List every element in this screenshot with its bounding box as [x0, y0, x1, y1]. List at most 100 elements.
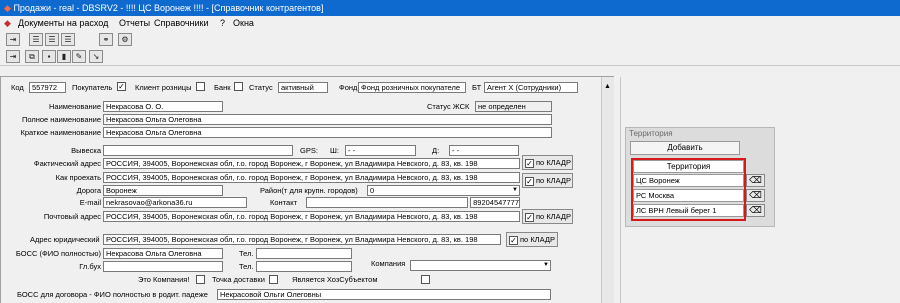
bt-field[interactable]: Агент Х (Сотрудники)	[484, 82, 578, 93]
statuszhkh-label: Статус ЖСК	[427, 102, 470, 111]
boss-field[interactable]: Некрасова Ольга Олеговна	[103, 248, 223, 259]
tel2-field[interactable]	[256, 261, 352, 272]
rayon-value: 0	[370, 186, 375, 195]
shortname-field[interactable]: Некрасова Ольга Олеговна	[103, 127, 552, 138]
kak-label: Как проехать	[55, 173, 101, 182]
toolbar: ⇥ ☰ ☰ ☰ ⚭ ⚙ ⇥ ⧉ ▪ ▮ ✎ ↘	[0, 30, 900, 66]
kladr-label: по КЛАДР	[520, 235, 555, 244]
eraser-icon[interactable]: ⌫	[746, 189, 765, 202]
kompaniya-select[interactable]: ▼	[410, 260, 551, 271]
kladr-checkbox-pocht[interactable]: ✓	[525, 212, 534, 222]
fullname-field[interactable]: Некрасова Ольга Олеговна	[103, 114, 552, 125]
edit-icon[interactable]: ✎	[72, 50, 86, 63]
kod-field[interactable]: 557972	[29, 82, 66, 93]
email-label: E-mail	[79, 198, 101, 207]
fond-field[interactable]: Фонд розничных покупателе	[358, 82, 466, 93]
chart-icon[interactable]: ▮	[57, 50, 71, 63]
list-icon[interactable]: ☰	[45, 33, 59, 46]
menu-item-documents[interactable]: Документы на расход	[18, 16, 108, 30]
glbuh-field[interactable]	[103, 261, 223, 272]
boss-label: БОСС (ФИО полностью)	[15, 249, 101, 258]
list-icon[interactable]: ☰	[61, 33, 75, 46]
fond-label: Фонд	[339, 83, 358, 92]
glbuh-label: Гл.бух	[79, 262, 101, 271]
tel-field[interactable]	[256, 248, 352, 259]
territory-row[interactable]: РС Москва	[633, 189, 744, 202]
kompaniya-label: Компания	[371, 259, 406, 268]
statuszhkh-field[interactable]: не определен	[475, 101, 552, 112]
vyveska-field[interactable]	[103, 145, 293, 156]
link-icon[interactable]: ↘	[89, 50, 103, 63]
fakt-field[interactable]: РОССИЯ, 394005, Воронежская обл, г.о. го…	[103, 158, 520, 169]
pocht-label: Почтовый адрес	[43, 212, 101, 221]
form-scrollbar[interactable]: ▲	[601, 77, 614, 303]
kontakt-field[interactable]	[306, 197, 468, 208]
rayon-select[interactable]: 0 ▼	[367, 185, 520, 196]
chevron-down-icon: ▼	[512, 187, 518, 193]
d-field[interactable]: - -	[449, 145, 519, 156]
bossdog-field[interactable]: Некрасовой Ольги Олеговны	[217, 289, 551, 300]
pokupatel-checkbox[interactable]: ✓	[117, 82, 126, 91]
yur-field[interactable]: РОССИЯ, 394005, Воронежская обл, г.о. го…	[103, 234, 501, 245]
tochka-checkbox[interactable]	[269, 275, 278, 284]
eraser-icon[interactable]: ⌫	[746, 174, 765, 187]
tel-label: Тел.	[239, 249, 254, 258]
doroga-field[interactable]: Воронеж	[103, 185, 223, 196]
naim-field[interactable]: Некрасова О. О.	[103, 101, 223, 112]
klient-checkbox[interactable]	[196, 82, 205, 91]
settings-icon[interactable]: ⚙	[118, 33, 132, 46]
doroga-label: Дорога	[76, 186, 101, 195]
chevron-down-icon: ▼	[543, 262, 549, 268]
hoz-label: Является ХозСубъектом	[292, 275, 378, 284]
menu-item-reports[interactable]: Отчеты	[119, 16, 150, 30]
save-icon[interactable]: ▪	[42, 50, 56, 63]
scroll-up-icon[interactable]: ▲	[604, 83, 611, 90]
kladr-checkbox-fakt[interactable]: ✓	[525, 158, 534, 168]
yur-label: Адрес юридический	[30, 235, 100, 244]
menu-item-directories[interactable]: Справочники	[154, 16, 209, 30]
kladr-label: по КЛАДР	[536, 176, 571, 185]
shortname-label: Краткое наименование	[20, 128, 102, 137]
sh-label: Ш:	[330, 146, 339, 155]
kladr-button-fakt[interactable]: ✓ по КЛАДР	[522, 155, 573, 170]
kladr-checkbox-yur[interactable]: ✓	[509, 235, 518, 245]
kontakt-label: Контакт	[270, 198, 298, 207]
kladr-checkbox-kak[interactable]: ✓	[525, 176, 534, 186]
kladr-button-pocht[interactable]: ✓ по КЛАДР	[522, 209, 573, 224]
add-territory-button[interactable]: Добавить	[630, 141, 740, 155]
exit-icon[interactable]: ⇥	[6, 33, 20, 46]
email-field[interactable]: nekrasovao@arkona36.ru	[103, 197, 247, 208]
d-label: Д:	[432, 146, 440, 155]
bossdog-label: БОСС для договора - ФИО полностью в роди…	[17, 290, 208, 299]
gps-label: GPS:	[300, 146, 318, 155]
kladr-button-yur[interactable]: ✓ по КЛАДР	[506, 232, 558, 247]
menu-item-help[interactable]: ?	[220, 16, 225, 30]
vyveska-label: Вывеска	[71, 146, 101, 155]
exit-icon[interactable]: ⇥	[6, 50, 20, 63]
bank-checkbox[interactable]	[234, 82, 243, 91]
sh-field[interactable]: - -	[345, 145, 416, 156]
territory-row[interactable]: ЛС ВРН Левый берег 1	[633, 204, 744, 217]
pocht-field[interactable]: РОССИЯ, 394005, Воронежская обл, г.о. го…	[103, 211, 520, 222]
tel2-label: Тел.	[239, 262, 254, 271]
pokupatel-label: Покупатель	[72, 83, 113, 92]
status-field[interactable]: активный	[278, 82, 328, 93]
menu-item-windows[interactable]: Окна	[233, 16, 254, 30]
hoz-checkbox[interactable]	[421, 275, 430, 284]
window-titlebar: ◆ Продажи - real - DBSRV2 - !!!! ЦС Воро…	[0, 0, 900, 16]
kak-field[interactable]: РОССИЯ, 394005, Воронежская обл, г.о. го…	[103, 172, 520, 183]
tochka-label: Точка доставки	[212, 275, 265, 284]
eto-label: Это Компания!	[138, 275, 190, 284]
window-title: Продажи - real - DBSRV2 - !!!! ЦС Вороне…	[13, 3, 324, 13]
eto-checkbox[interactable]	[196, 275, 205, 284]
kod-label: Код	[11, 83, 24, 92]
eraser-icon[interactable]: ⌫	[746, 204, 765, 217]
copy-icon[interactable]: ⧉	[25, 50, 39, 63]
rayon-label: Район(т для крупн. городов)	[260, 186, 358, 195]
territory-row[interactable]: ЦС Воронеж	[633, 174, 744, 187]
binoculars-icon[interactable]: ⚭	[99, 33, 113, 46]
kladr-button-kak[interactable]: ✓ по КЛАДР	[522, 173, 573, 188]
phone-field[interactable]: 89204547777	[470, 197, 520, 208]
kladr-label: по КЛАДР	[536, 158, 571, 167]
list-icon[interactable]: ☰	[29, 33, 43, 46]
